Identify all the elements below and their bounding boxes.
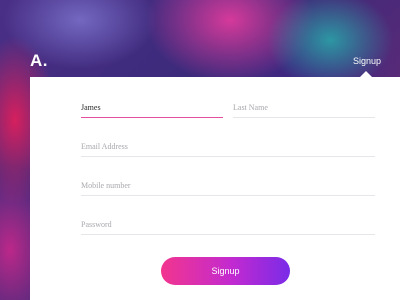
signup-card: Signup [30, 77, 400, 300]
password-field [81, 214, 375, 235]
email-input[interactable] [81, 139, 375, 154]
signup-link[interactable]: Signup [353, 56, 381, 66]
mobile-field [81, 175, 375, 196]
password-input[interactable] [81, 217, 375, 232]
last-name-field [233, 97, 375, 118]
first-name-field [81, 97, 223, 118]
first-name-input[interactable] [81, 100, 223, 115]
mobile-input[interactable] [81, 178, 375, 193]
brand-logo: A. [30, 51, 48, 70]
email-field [81, 136, 375, 157]
signup-submit-button[interactable]: Signup [161, 257, 290, 285]
last-name-input[interactable] [233, 100, 375, 115]
